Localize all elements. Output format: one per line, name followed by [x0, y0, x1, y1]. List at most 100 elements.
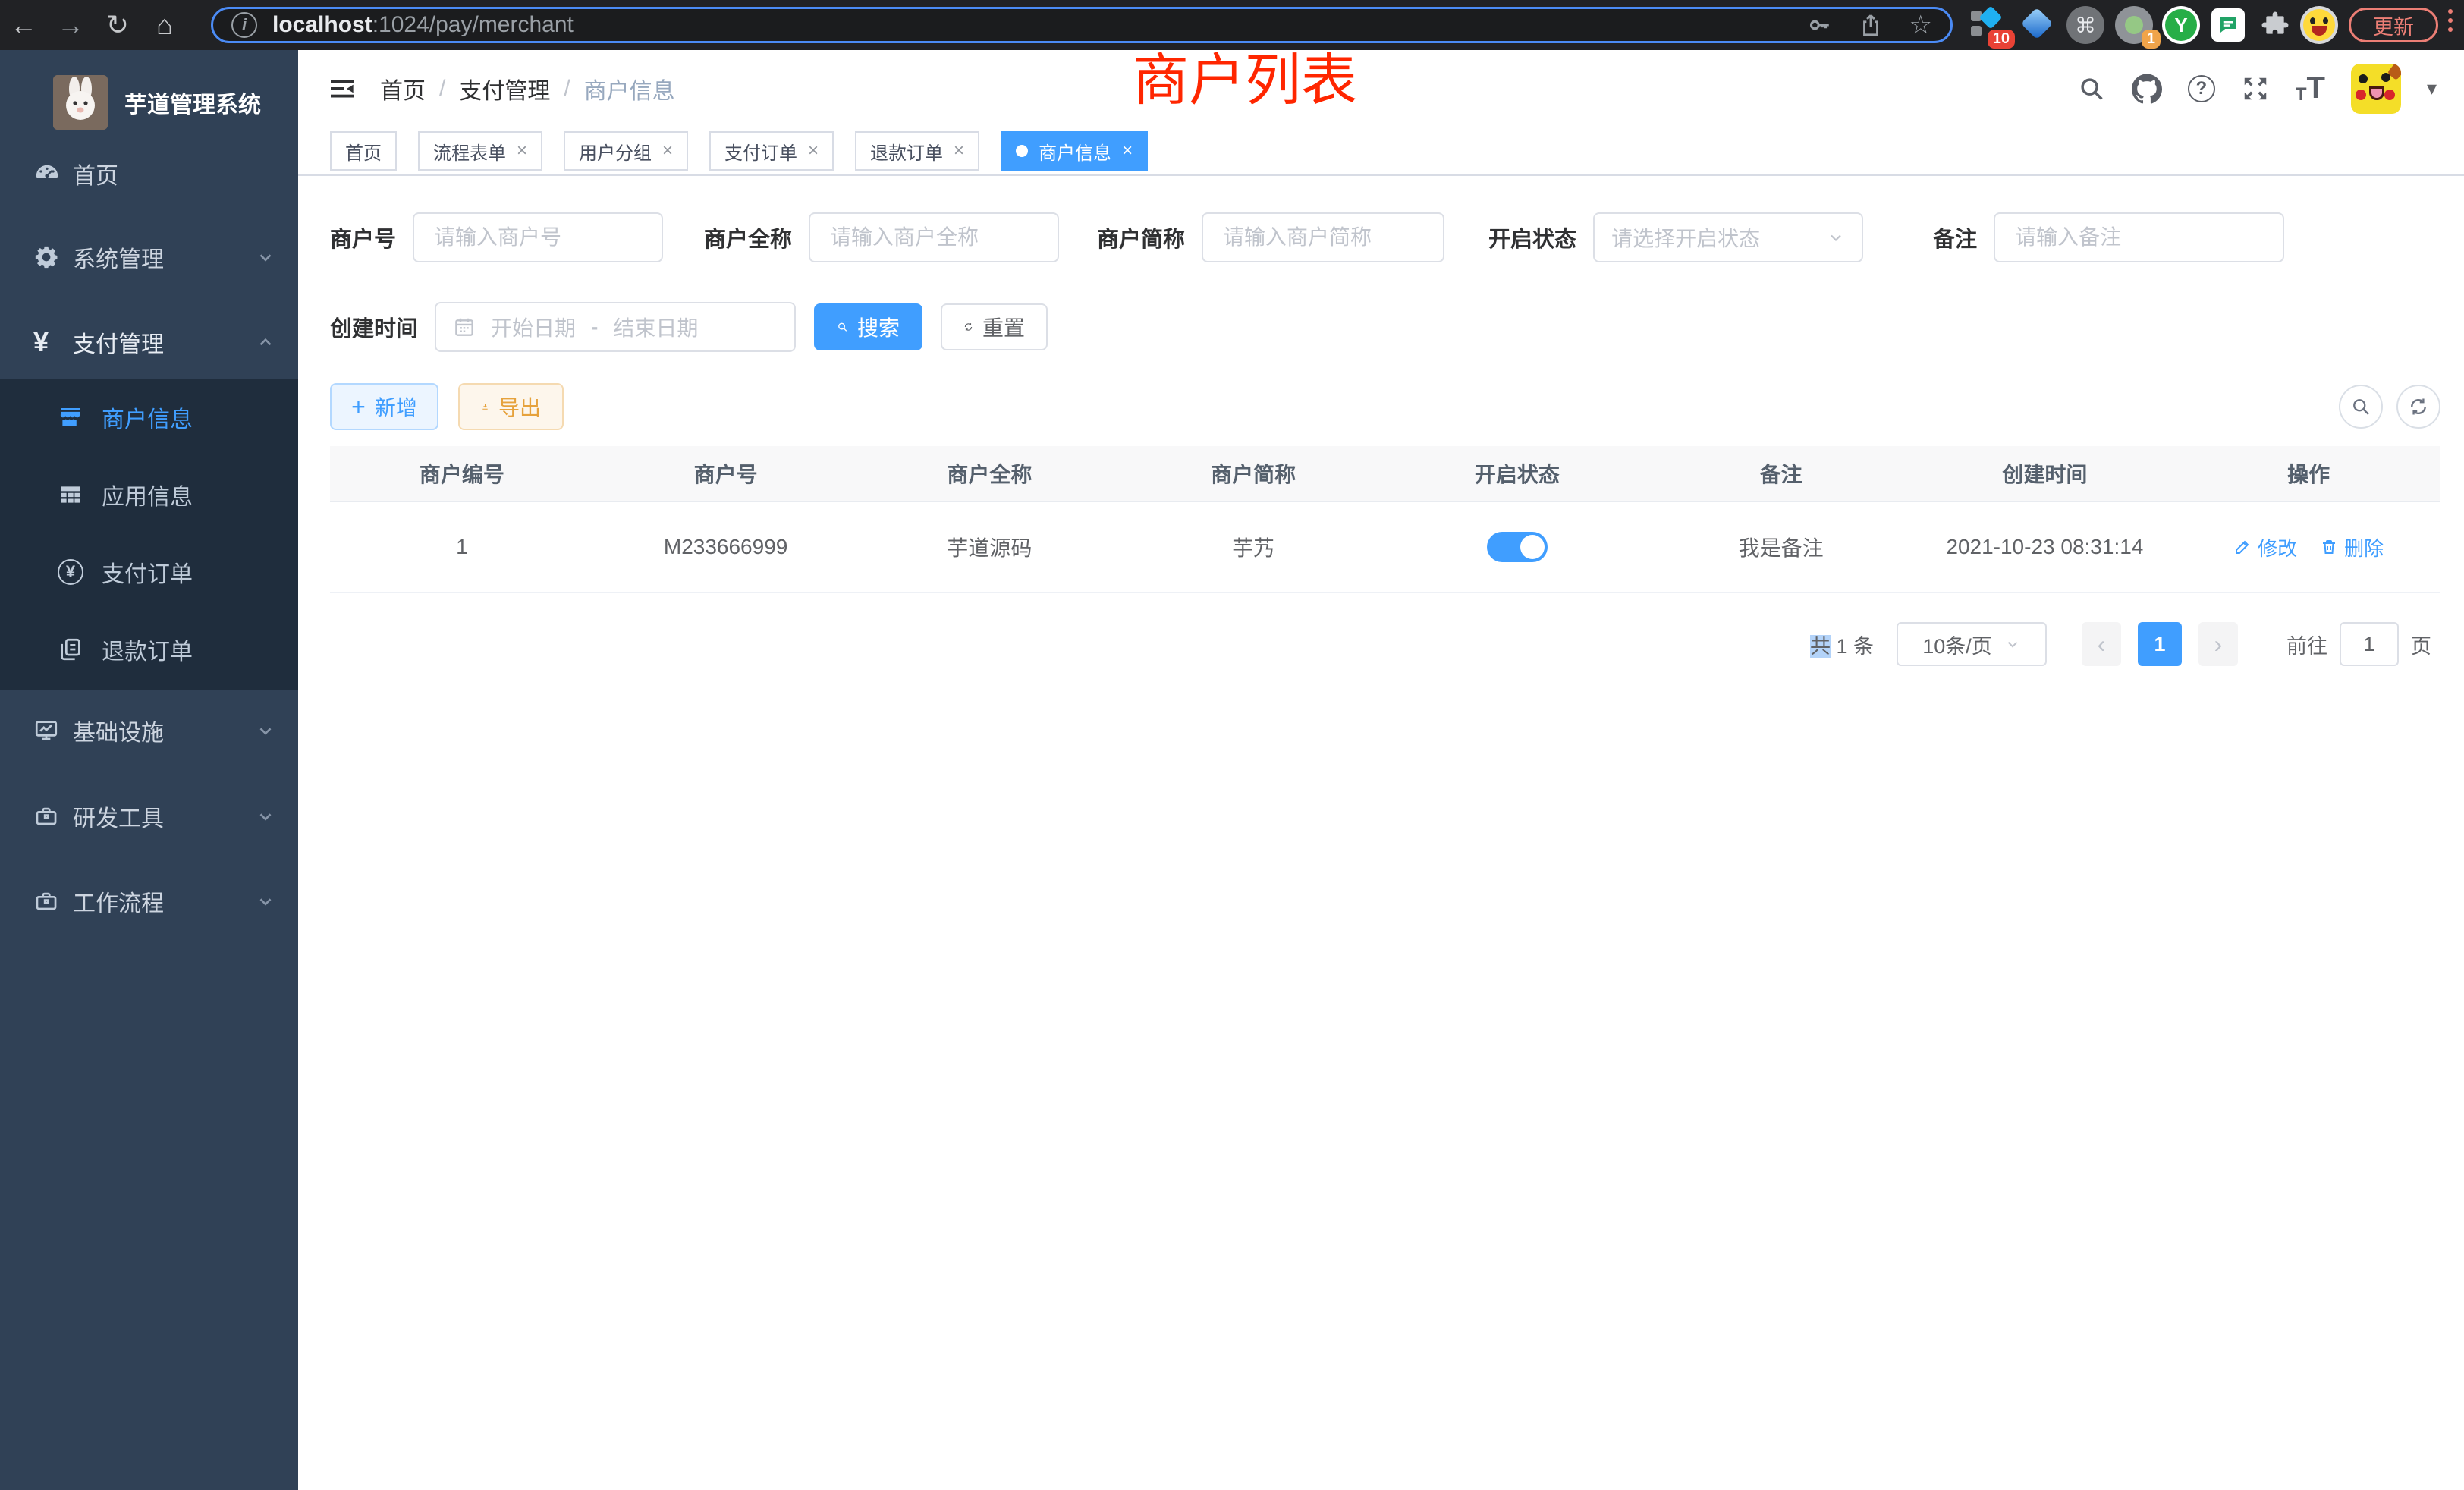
sidebar-collapse-icon[interactable] [327, 74, 357, 104]
table-grid-icon [58, 482, 93, 508]
download-icon [481, 397, 489, 417]
breadcrumb-section[interactable]: 支付管理 [459, 72, 550, 105]
annotation-merchant-list: 商户列表 [1133, 50, 1357, 111]
tab-refund-order[interactable]: 退款订单× [855, 131, 979, 171]
extension-command-icon[interactable]: ⌘ [2066, 6, 2104, 44]
extension-badge: 10 [1988, 30, 2015, 49]
filter-label: 开启状态 [1488, 222, 1576, 253]
table-refresh-button[interactable] [2396, 385, 2440, 429]
logo-image [53, 75, 108, 130]
sidebar-item-label: 首页 [73, 157, 118, 190]
full-name-input[interactable] [809, 212, 1059, 262]
page-number-1[interactable]: 1 [2138, 622, 2182, 666]
help-icon[interactable]: ? [2188, 75, 2215, 102]
merchant-no-input[interactable] [413, 212, 663, 262]
user-avatar[interactable] [2351, 64, 2401, 114]
profile-emoji-avatar[interactable] [2300, 6, 2338, 44]
command-glyph: ⌘ [2075, 13, 2096, 38]
fullscreen-icon[interactable] [2241, 74, 2270, 103]
search-button[interactable]: 搜索 [814, 303, 922, 350]
add-button[interactable]: + 新增 [330, 383, 438, 430]
extension-chat-icon[interactable] [2209, 6, 2247, 44]
export-button[interactable]: 导出 [458, 383, 564, 430]
col-header: 商户全称 [858, 446, 1122, 501]
browser-menu-icon[interactable] [2448, 9, 2453, 32]
page-size-select[interactable]: 10条/页 [1897, 622, 2047, 666]
browser-update-button[interactable]: 更新 [2349, 8, 2438, 42]
extension-gem-icon[interactable] [2019, 6, 2057, 44]
dashboard-icon [33, 160, 67, 187]
browser-forward-button[interactable]: → [47, 9, 94, 41]
tab-user-group[interactable]: 用户分组× [564, 131, 688, 171]
sidebar-item-label: 研发工具 [73, 800, 164, 833]
create-time-range-picker[interactable]: 开始日期 - 结束日期 [435, 302, 796, 352]
chevron-down-icon [1827, 228, 1845, 247]
sidebar-item-infra[interactable]: 基础设施 [0, 692, 298, 769]
sidebar-item-system[interactable]: 系统管理 [0, 218, 298, 296]
browser-reload-button[interactable]: ↻ [94, 9, 141, 41]
share-icon[interactable] [1858, 12, 1884, 38]
browser-back-button[interactable]: ← [0, 9, 47, 41]
close-icon[interactable]: × [517, 140, 527, 162]
extension-tabs-icon[interactable]: 10 [1969, 6, 2007, 44]
sidebar-item-workflow[interactable]: 工作流程 [0, 863, 298, 940]
status-toggle[interactable] [1487, 532, 1548, 562]
header-search-icon[interactable] [2077, 74, 2106, 103]
filter-label: 备注 [1933, 222, 1977, 253]
browser-home-button[interactable]: ⌂ [141, 9, 188, 41]
breadcrumb-home[interactable]: 首页 [380, 72, 426, 105]
extensions-puzzle-icon[interactable] [2256, 6, 2294, 44]
goto-label: 前往 [2286, 630, 2327, 659]
chevron-down-icon [256, 721, 275, 740]
filter-label: 商户简称 [1097, 222, 1185, 253]
sidebar-item-home[interactable]: 首页 [0, 135, 298, 212]
table-row: 1 M233666999 芋道源码 芋艿 我是备注 2021-10-23 08:… [330, 502, 2440, 593]
toolbar: + 新增 导出 [330, 383, 2440, 430]
address-bar[interactable]: i localhost:1024/pay/merchant ☆ [211, 7, 1953, 43]
table-search-toggle-button[interactable] [2339, 385, 2383, 429]
prev-page-button[interactable]: ‹ [2082, 622, 2121, 666]
goto-page-input[interactable] [2340, 622, 2399, 666]
tab-home[interactable]: 首页 [330, 131, 397, 171]
search-icon [2350, 396, 2371, 417]
next-page-button[interactable]: › [2198, 622, 2238, 666]
github-icon[interactable] [2132, 74, 2162, 104]
sidebar-item-app-info[interactable]: 应用信息 [0, 457, 298, 533]
sidebar-item-dev-tools[interactable]: 研发工具 [0, 778, 298, 855]
col-header: 商户编号 [330, 446, 594, 501]
short-name-input[interactable] [1202, 212, 1444, 262]
sidebar-item-merchant-info[interactable]: 商户信息 [0, 379, 298, 455]
breadcrumb-separator: / [564, 76, 570, 102]
monitor-chart-icon [33, 718, 67, 743]
table-header: 商户编号 商户号 商户全称 商户简称 开启状态 备注 创建时间 操作 [330, 446, 2440, 502]
close-icon[interactable]: × [954, 140, 964, 162]
tab-merchant-info[interactable]: 商户信息× [1001, 131, 1148, 171]
tab-pay-order[interactable]: 支付订单× [709, 131, 834, 171]
extension-recorder-icon[interactable]: 1 [2115, 6, 2153, 44]
delete-button[interactable]: 删除 [2320, 533, 2384, 561]
sidebar-logo-row[interactable]: 芋道管理系统 [0, 61, 298, 144]
extension-y-icon[interactable]: Y [2162, 6, 2200, 44]
password-key-icon[interactable] [1806, 12, 1832, 38]
col-header: 备注 [1649, 446, 1913, 501]
remark-input[interactable] [1994, 212, 2284, 262]
close-icon[interactable]: × [808, 140, 819, 162]
edit-button[interactable]: 修改 [2233, 533, 2297, 561]
sidebar-item-pay[interactable]: ¥ 支付管理 [0, 303, 298, 381]
close-icon[interactable]: × [1122, 140, 1133, 162]
site-info-icon[interactable]: i [231, 12, 257, 38]
breadcrumb-separator: / [439, 76, 445, 102]
active-tab-dot [1016, 145, 1028, 157]
font-size-icon[interactable]: TT [2296, 71, 2325, 105]
reset-button[interactable]: 重置 [941, 303, 1048, 350]
bookmark-star-icon[interactable]: ☆ [1909, 10, 1932, 40]
filter-row-2: 创建时间 开始日期 - 结束日期 搜索 重置 [330, 302, 2440, 352]
sidebar-item-refund-order[interactable]: 退款订单 [0, 611, 298, 687]
chevron-down-icon [256, 247, 275, 267]
status-select[interactable]: 请选择开启状态 [1593, 212, 1863, 262]
avatar-caret-icon[interactable]: ▾ [2427, 77, 2437, 100]
sidebar-item-pay-order[interactable]: ¥ 支付订单 [0, 534, 298, 610]
tab-process-form[interactable]: 流程表单× [418, 131, 542, 171]
close-icon[interactable]: × [662, 140, 673, 162]
sidebar-item-label: 系统管理 [73, 240, 164, 274]
